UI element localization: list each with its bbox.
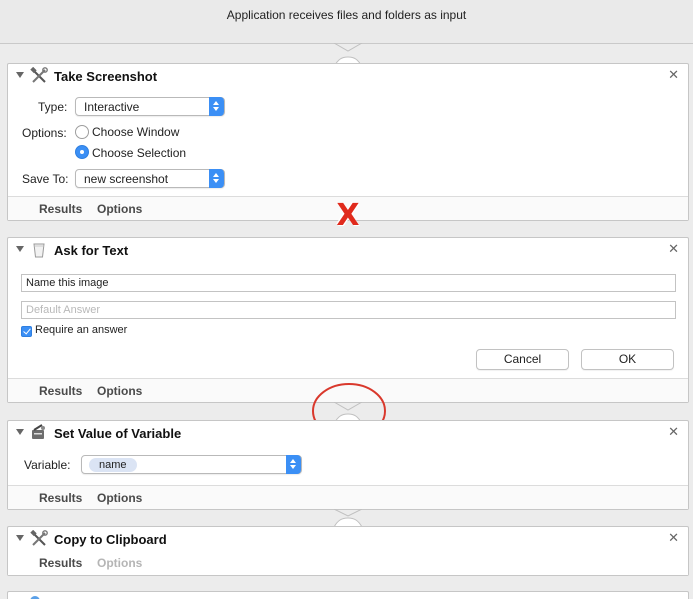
variable-icon [32,424,45,439]
default-answer-field[interactable]: Default Answer [21,301,676,319]
action-title: Copy to Clipboard [54,532,167,547]
ok-button[interactable]: OK [581,349,674,370]
type-label: Type: [38,100,68,114]
radio-choose-selection-label[interactable]: Choose Selection [92,146,186,160]
cancel-button[interactable]: Cancel [476,349,569,370]
question-field[interactable]: Name this image [21,274,676,292]
options-label: Options: [22,126,67,140]
workflow-input-text: Application receives files and folders a… [226,8,467,22]
action-footer: Results Options [8,485,688,509]
action-title: Set Value of Variable [54,426,182,441]
radio-choose-window[interactable] [75,125,89,139]
action-title: Take Screenshot [54,69,158,84]
disclosure-triangle-icon[interactable] [16,535,24,541]
cup-icon [33,243,45,258]
close-icon[interactable]: ✕ [668,531,679,544]
action-connector [333,509,363,527]
results-tab[interactable]: Results [39,491,82,505]
radio-choose-window-label[interactable]: Choose Window [92,125,179,139]
results-tab[interactable]: Results [39,202,82,216]
save-to-popup-value: new screenshot [84,172,169,186]
save-to-popup[interactable]: new screenshot [75,169,225,188]
radio-choose-selection[interactable] [75,145,89,159]
results-tab[interactable]: Results [39,556,82,570]
variable-token: name [89,458,137,472]
disclosure-triangle-icon[interactable] [16,72,24,78]
require-answer-checkbox[interactable] [21,326,32,337]
action-copy-to-clipboard[interactable]: Copy to Clipboard ✕ Results Options [7,526,689,576]
options-tab[interactable]: Options [97,556,142,570]
variable-label: Variable: [24,458,71,472]
disclosure-triangle-icon[interactable] [16,246,24,252]
action-header: Set Value of Variable ✕ [8,421,688,445]
popup-arrows-icon [209,169,224,188]
workflow-input-header: Application receives files and folders a… [0,0,693,44]
question-field-value: Name this image [26,277,109,289]
popup-arrows-icon [209,97,224,116]
options-tab[interactable]: Options [97,202,142,216]
results-tab[interactable]: Results [39,384,82,398]
close-icon[interactable]: ✕ [668,68,679,81]
popup-arrows-icon [286,455,301,474]
close-icon[interactable]: ✕ [668,242,679,255]
options-tab[interactable]: Options [97,384,142,398]
close-icon[interactable]: ✕ [668,425,679,438]
require-answer-label[interactable]: Require an answer [35,324,127,336]
ok-button-label: OK [618,352,637,366]
action-header: Copy to Clipboard ✕ [8,527,688,551]
action-ask-for-text[interactable]: Ask for Text ✕ Name this image Default A… [7,237,689,403]
action-footer: Results Options [8,551,688,575]
action-header: Ask for Text ✕ [8,238,688,262]
save-to-label: Save To: [22,172,69,186]
action-header: Take Screenshot ✕ [8,64,688,88]
type-popup-value: Interactive [84,100,140,114]
tools-icon [30,530,48,546]
options-tab[interactable]: Options [97,491,142,505]
disclosure-triangle-icon[interactable] [16,429,24,435]
tools-icon [30,67,48,83]
action-title: Ask for Text [54,243,129,258]
action-next-partial[interactable] [7,591,689,599]
action-set-value-of-variable[interactable]: Set Value of Variable ✕ Variable: name R… [7,420,689,510]
cancel-button-label: Cancel [503,352,542,366]
variable-popup[interactable]: name [81,455,302,474]
error-x-annotation: X [336,198,360,233]
default-answer-placeholder: Default Answer [26,304,100,316]
type-popup[interactable]: Interactive [75,97,225,116]
